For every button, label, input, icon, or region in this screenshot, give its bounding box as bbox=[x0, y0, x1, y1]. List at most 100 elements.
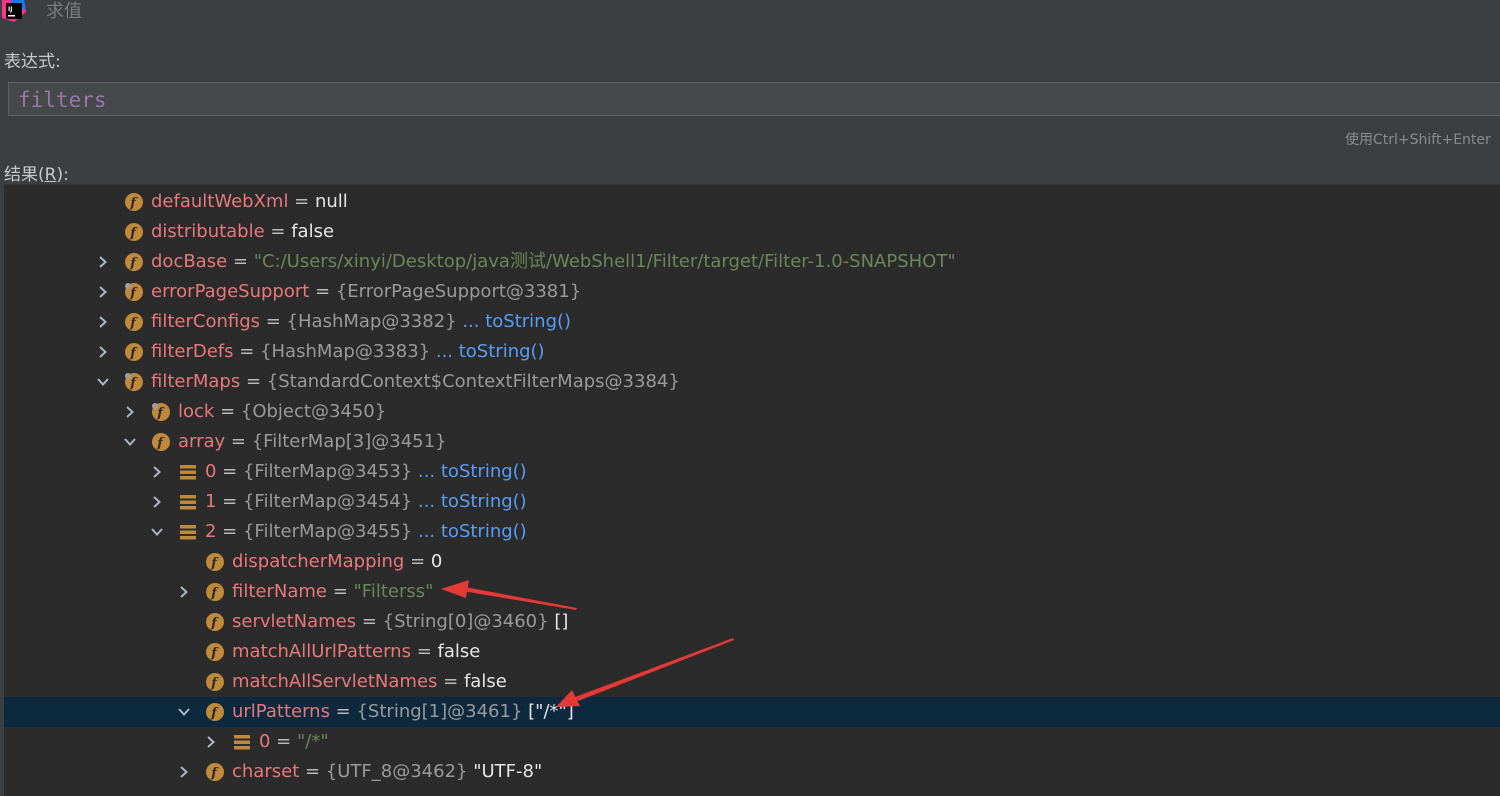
tree-row[interactable]: f filterConfigs = {HashMap@3382} ... toSt… bbox=[4, 307, 1500, 337]
chevron-right-icon[interactable] bbox=[95, 254, 111, 270]
tree-row[interactable]: f filterDefs = {HashMap@3383} ... toStrin… bbox=[4, 337, 1500, 367]
tree-row-text: charset = {UTF_8@3462} "UTF-8" bbox=[232, 760, 542, 784]
field-icon: f bbox=[152, 433, 170, 451]
tree-row[interactable]: 1 = {FilterMap@3454} ... toString() bbox=[4, 487, 1500, 517]
chevron-right-icon[interactable] bbox=[149, 494, 165, 510]
to-string-link[interactable]: ... toString() bbox=[412, 491, 527, 512]
field-name: 0 bbox=[259, 731, 271, 752]
tree-row-text: 0 = {FilterMap@3453} ... toString() bbox=[205, 460, 527, 484]
tree-row[interactable]: f docBase = "C:/Users/xinyi/Desktop/java测… bbox=[4, 247, 1500, 277]
field-final-icon: f bbox=[152, 403, 170, 421]
result-tree[interactable]: f defaultWebXml = null f distributable = fa… bbox=[4, 184, 1500, 796]
to-string-link[interactable]: ... toString() bbox=[457, 311, 571, 332]
value: "UTF-8" bbox=[467, 761, 543, 782]
tree-row[interactable]: f urlPatterns = {String[1]@3461} ["/*"] bbox=[4, 697, 1500, 727]
field-final-icon: f bbox=[125, 373, 143, 391]
tree-row[interactable]: f distributable = false bbox=[4, 217, 1500, 247]
field-name: matchAllServletNames bbox=[232, 671, 438, 692]
field-icon: f bbox=[206, 583, 224, 601]
tree-row[interactable]: f filterMaps = {StandardContext$ContextFi… bbox=[4, 367, 1500, 397]
field-name: 0 bbox=[205, 461, 217, 482]
equals-sign: = bbox=[270, 731, 297, 752]
object-reference: {StandardContext$ContextFilterMaps@3384} bbox=[266, 371, 680, 392]
value: ["/*"] bbox=[522, 701, 574, 722]
field-name: filterDefs bbox=[151, 341, 234, 362]
object-reference: {String[1]@3461} bbox=[356, 701, 523, 722]
tree-row[interactable]: f array = {FilterMap[3]@3451} bbox=[4, 427, 1500, 457]
equals-sign: = bbox=[225, 431, 252, 452]
tree-row-text: defaultWebXml = null bbox=[151, 190, 348, 214]
field-name: array bbox=[178, 431, 226, 452]
equals-sign: = bbox=[410, 641, 438, 662]
field-name: errorPageSupport bbox=[151, 281, 310, 302]
tree-row[interactable]: f defaultWebXml = null bbox=[4, 187, 1500, 217]
string-value: "C:/Users/xinyi/Desktop/java测试/WebShell1… bbox=[253, 251, 956, 272]
tree-row-text: servletNames = {String[0]@3460} [] bbox=[232, 610, 568, 634]
value: 0 bbox=[430, 551, 443, 572]
chevron-down-icon[interactable] bbox=[122, 434, 138, 450]
field-name: docBase bbox=[151, 251, 228, 272]
tree-row-text: 0 = "/*" bbox=[259, 730, 329, 754]
expression-text[interactable]: filters bbox=[18, 88, 107, 112]
field-icon: f bbox=[125, 343, 143, 361]
value: false bbox=[291, 221, 335, 242]
object-reference: {UTF_8@3462} bbox=[325, 761, 468, 782]
chevron-right-icon[interactable] bbox=[95, 314, 111, 330]
field-icon: f bbox=[206, 643, 224, 661]
tree-row-text: urlPatterns = {String[1]@3461} ["/*"] bbox=[232, 700, 574, 724]
chevron-down-icon[interactable] bbox=[176, 704, 192, 720]
equals-sign: = bbox=[404, 551, 431, 572]
array-element-icon bbox=[180, 495, 196, 510]
tree-row[interactable]: f dispatcherMapping = 0 bbox=[4, 547, 1500, 577]
chevron-down-icon[interactable] bbox=[95, 374, 111, 390]
object-reference: {FilterMap[3]@3451} bbox=[251, 431, 447, 452]
array-element-icon bbox=[180, 525, 196, 540]
tree-row[interactable]: 0 = "/*" bbox=[4, 727, 1500, 757]
string-value: "Filterss" bbox=[353, 581, 434, 602]
tree-row-text: docBase = "C:/Users/xinyi/Desktop/java测试… bbox=[151, 250, 956, 274]
tree-row[interactable]: f matchAllUrlPatterns = false bbox=[4, 637, 1500, 667]
to-string-link[interactable]: ... toString() bbox=[430, 341, 545, 362]
value: null bbox=[314, 191, 348, 212]
chevron-right-icon[interactable] bbox=[176, 584, 192, 600]
string-value: "/*" bbox=[296, 731, 329, 752]
tree-row[interactable]: f servletNames = {String[0]@3460} [] bbox=[4, 607, 1500, 637]
tree-row-text: matchAllUrlPatterns = false bbox=[232, 640, 480, 664]
to-string-link[interactable]: ... toString() bbox=[412, 461, 527, 482]
field-name: 2 bbox=[205, 521, 217, 542]
tree-row[interactable]: f filterName = "Filterss" bbox=[4, 577, 1500, 607]
chevron-right-icon[interactable] bbox=[149, 464, 165, 480]
tree-row[interactable]: f charset = {UTF_8@3462} "UTF-8" bbox=[4, 757, 1500, 787]
expression-input[interactable]: filters bbox=[8, 82, 1500, 116]
tree-row-text: filterName = "Filterss" bbox=[232, 580, 433, 604]
tree-row[interactable]: f matchAllServletNames = false bbox=[4, 667, 1500, 697]
window-title: 求值 bbox=[46, 1, 82, 22]
chevron-right-icon[interactable] bbox=[122, 404, 138, 420]
tree-row-text: lock = {Object@3450} bbox=[178, 400, 386, 424]
evaluate-hint: 使用Ctrl+Shift+Enter bbox=[1345, 132, 1491, 148]
tree-row-text: 1 = {FilterMap@3454} ... toString() bbox=[205, 490, 527, 514]
field-icon: f bbox=[206, 703, 224, 721]
chevron-right-icon[interactable] bbox=[176, 764, 192, 780]
chevron-right-icon[interactable] bbox=[203, 734, 219, 750]
object-reference: {ErrorPageSupport@3381} bbox=[335, 281, 582, 302]
field-final-icon: f bbox=[125, 283, 143, 301]
tree-row[interactable]: 0 = {FilterMap@3453} ... toString() bbox=[4, 457, 1500, 487]
tree-row-text: errorPageSupport = {ErrorPageSupport@338… bbox=[151, 280, 581, 304]
chevron-right-icon[interactable] bbox=[95, 344, 111, 360]
chevron-right-icon[interactable] bbox=[95, 284, 111, 300]
to-string-link[interactable]: ... toString() bbox=[412, 521, 527, 542]
tree-row[interactable]: f lock = {Object@3450} bbox=[4, 397, 1500, 427]
array-element-icon bbox=[180, 465, 196, 480]
field-name: urlPatterns bbox=[232, 701, 330, 722]
tree-row[interactable]: f errorPageSupport = {ErrorPageSupport@33… bbox=[4, 277, 1500, 307]
object-reference: {FilterMap@3455} bbox=[242, 521, 413, 542]
tree-row[interactable]: 2 = {FilterMap@3455} ... toString() bbox=[4, 517, 1500, 547]
equals-sign: = bbox=[264, 221, 292, 242]
chevron-down-icon[interactable] bbox=[149, 524, 165, 540]
expression-label: 表达式: bbox=[4, 52, 61, 72]
tree-row-text: distributable = false bbox=[151, 220, 334, 244]
field-name: matchAllUrlPatterns bbox=[232, 641, 411, 662]
tree-row-text: filterConfigs = {HashMap@3382} ... toStr… bbox=[151, 310, 571, 334]
field-name: filterName bbox=[232, 581, 327, 602]
